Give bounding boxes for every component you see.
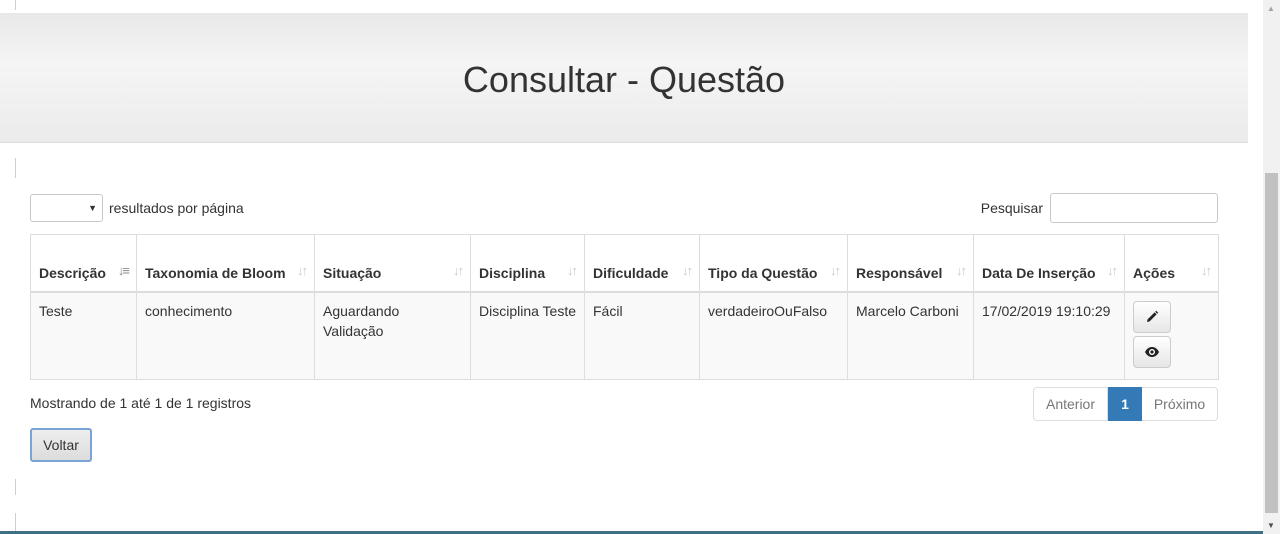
sort-icon: ↓↑ — [567, 263, 578, 278]
left-divider — [15, 479, 16, 495]
chevron-down-icon: ▼ — [88, 203, 97, 213]
column-header-acoes[interactable]: Ações ↓↑ — [1124, 234, 1219, 293]
view-button[interactable] — [1133, 336, 1171, 368]
scrollbar-thumb[interactable] — [1265, 173, 1278, 513]
cell-acoes — [1124, 291, 1219, 380]
cell-disciplina: Disciplina Teste — [470, 291, 585, 380]
column-header-situacao[interactable]: Situação ↓↑ — [314, 234, 471, 293]
page-length-label: resultados por página — [109, 200, 244, 216]
pagination-next[interactable]: Próximo — [1142, 387, 1218, 421]
column-header-label: Responsável — [856, 265, 943, 281]
sort-icon: ↓↑ — [297, 263, 308, 278]
cell-situacao: Aguardando Validação — [314, 291, 471, 380]
column-header-label: Ações — [1133, 265, 1176, 281]
column-header-label: Data De Inserção — [982, 265, 1096, 281]
left-divider — [15, 0, 16, 10]
pagination: Anterior 1 Próximo — [1033, 387, 1218, 421]
pagination-page-1[interactable]: 1 — [1108, 387, 1142, 421]
sort-icon: ↓↑ — [682, 263, 693, 278]
column-header-data-insercao[interactable]: Data De Inserção ↓↑ — [973, 234, 1125, 293]
top-spacer — [0, 0, 1248, 13]
page-length-select[interactable]: ▼ — [30, 194, 103, 222]
column-header-label: Disciplina — [479, 265, 546, 281]
search-control: Pesquisar — [981, 193, 1218, 223]
left-divider — [15, 158, 16, 178]
column-header-dificuldade[interactable]: Dificuldade ↓↑ — [584, 234, 700, 293]
page-title: Consultar - Questão — [462, 58, 786, 100]
cell-dificuldade: Fácil — [584, 291, 700, 380]
pagination-previous[interactable]: Anterior — [1033, 387, 1108, 421]
column-header-label: Tipo da Questão — [708, 265, 818, 281]
column-header-tipo[interactable]: Tipo da Questão ↓↑ — [699, 234, 848, 293]
scroll-down-icon[interactable]: ▼ — [1267, 521, 1275, 530]
column-header-label: Descrição — [39, 265, 106, 281]
questions-table: Descrição ↓≡ Taxonomia de Bloom ↓↑ Situaçã… — [30, 234, 1219, 380]
left-divider — [15, 513, 16, 531]
table-info: Mostrando de 1 até 1 de 1 registros — [30, 395, 252, 411]
vertical-scrollbar[interactable]: ▲ ▼ — [1263, 0, 1280, 534]
column-header-label: Situação — [323, 265, 382, 281]
cell-responsavel: Marcelo Carboni — [847, 291, 974, 380]
sort-icon: ↓↑ — [453, 263, 464, 278]
search-input[interactable] — [1050, 193, 1218, 223]
sort-icon: ↓↑ — [1201, 263, 1212, 278]
cell-descricao: Teste — [30, 291, 137, 380]
sort-icon: ↓↑ — [1107, 263, 1118, 278]
column-header-label: Dificuldade — [593, 265, 669, 281]
back-button[interactable]: Voltar — [30, 428, 92, 462]
length-control: ▼ resultados por página — [30, 193, 244, 223]
cell-taxonomia: conhecimento — [136, 291, 315, 380]
cell-tipo: verdadeiroOuFalso — [699, 291, 848, 380]
edit-button[interactable] — [1133, 301, 1171, 333]
pencil-icon — [1147, 310, 1159, 322]
sort-icon: ↓↑ — [830, 263, 841, 278]
search-label: Pesquisar — [980, 200, 1043, 216]
sort-asc-icon: ↓≡ — [117, 263, 130, 278]
column-header-descricao[interactable]: Descrição ↓≡ — [30, 234, 137, 293]
eye-icon — [1145, 347, 1159, 357]
scroll-up-icon[interactable]: ▲ — [1267, 4, 1275, 13]
column-header-disciplina[interactable]: Disciplina ↓↑ — [470, 234, 585, 293]
cell-data-insercao: 17/02/2019 19:10:29 — [973, 291, 1125, 380]
column-header-responsavel[interactable]: Responsável ↓↑ — [847, 234, 974, 293]
column-header-taxonomia[interactable]: Taxonomia de Bloom ↓↑ — [136, 234, 315, 293]
table-row: Teste conhecimento Aguardando Validação … — [30, 291, 1219, 380]
column-header-label: Taxonomia de Bloom — [145, 265, 286, 281]
sort-icon: ↓↑ — [956, 263, 967, 278]
table-header-row: Descrição ↓≡ Taxonomia de Bloom ↓↑ Situaçã… — [30, 234, 1219, 293]
page-header: Consultar - Questão — [0, 13, 1248, 143]
